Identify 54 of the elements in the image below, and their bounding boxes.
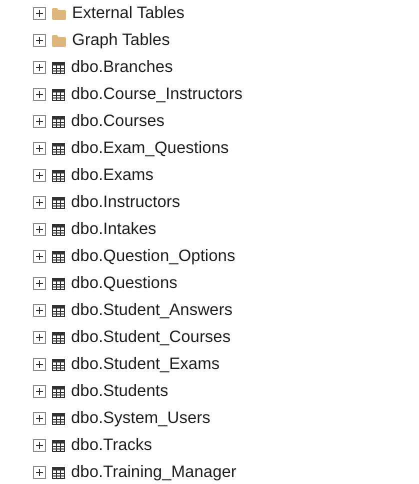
expand-icon[interactable] bbox=[33, 88, 46, 101]
table-icon bbox=[52, 386, 65, 398]
table-icon bbox=[52, 224, 65, 236]
expand-icon[interactable] bbox=[33, 196, 46, 209]
table-icon bbox=[52, 88, 65, 100]
tree-item[interactable]: External Tables bbox=[72, 4, 185, 23]
expand-icon[interactable] bbox=[33, 439, 46, 452]
expand-icon[interactable] bbox=[33, 250, 46, 263]
table-icon bbox=[52, 142, 65, 154]
table-icon bbox=[52, 358, 65, 370]
expand-icon[interactable] bbox=[33, 412, 46, 425]
expand-icon[interactable] bbox=[33, 385, 46, 398]
folder-icon bbox=[52, 34, 66, 46]
tree-item[interactable]: dbo.Course_Instructors bbox=[71, 85, 243, 104]
table-icon bbox=[52, 304, 65, 316]
table-icon bbox=[52, 62, 65, 74]
expand-icon[interactable] bbox=[33, 277, 46, 290]
tree-item[interactable]: Graph Tables bbox=[72, 31, 170, 50]
expand-icon[interactable] bbox=[33, 61, 46, 74]
tree-item[interactable]: dbo.Question_Options bbox=[71, 247, 236, 266]
expand-icon[interactable] bbox=[33, 331, 46, 344]
table-icon bbox=[52, 278, 65, 290]
table-icon bbox=[52, 250, 65, 262]
expand-icon[interactable] bbox=[33, 466, 46, 479]
tree-item[interactable]: dbo.Courses bbox=[71, 112, 165, 131]
expand-icon[interactable] bbox=[33, 115, 46, 128]
table-icon bbox=[52, 170, 65, 182]
expand-icon[interactable] bbox=[33, 34, 46, 47]
tree-item[interactable]: dbo.Exams bbox=[71, 166, 154, 185]
folder-icon bbox=[52, 8, 66, 20]
tree-item[interactable]: dbo.Tracks bbox=[71, 436, 152, 455]
tree-item[interactable]: dbo.Students bbox=[71, 382, 168, 401]
expand-icon[interactable] bbox=[33, 223, 46, 236]
expand-icon[interactable] bbox=[33, 142, 46, 155]
tree-item[interactable]: dbo.System_Users bbox=[71, 409, 210, 428]
tree-item[interactable]: dbo.Instructors bbox=[71, 193, 180, 212]
tree-item[interactable]: dbo.Branches bbox=[71, 58, 173, 77]
tree-item[interactable]: dbo.Questions bbox=[71, 274, 178, 293]
table-icon bbox=[52, 440, 65, 452]
tree-item[interactable]: dbo.Student_Exams bbox=[71, 355, 220, 374]
tree-item[interactable]: dbo.Student_Courses bbox=[71, 328, 231, 347]
tree-item[interactable]: dbo.Training_Manager bbox=[71, 463, 236, 482]
expand-icon[interactable] bbox=[33, 304, 46, 317]
expand-icon[interactable] bbox=[33, 358, 46, 371]
table-icon bbox=[52, 116, 65, 128]
table-icon bbox=[52, 332, 65, 344]
table-icon bbox=[52, 196, 65, 208]
table-icon bbox=[52, 412, 65, 424]
expand-icon[interactable] bbox=[33, 169, 46, 182]
tree-item[interactable]: dbo.Intakes bbox=[71, 220, 156, 239]
tree-item[interactable]: dbo.Exam_Questions bbox=[71, 139, 229, 158]
expand-icon[interactable] bbox=[33, 7, 46, 20]
tree-item[interactable]: dbo.Student_Answers bbox=[71, 301, 232, 320]
table-icon bbox=[52, 466, 65, 478]
